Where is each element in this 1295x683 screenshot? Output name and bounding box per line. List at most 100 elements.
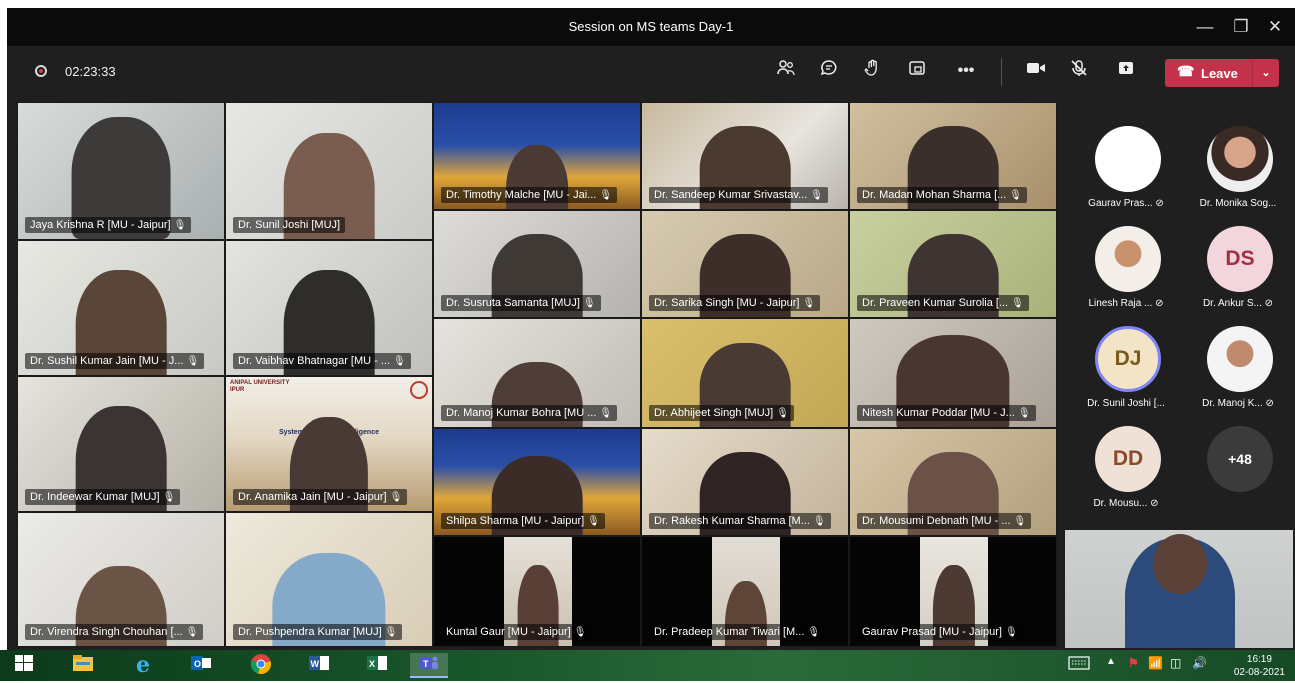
mic-off-icon: 🎙 xyxy=(186,356,200,367)
roster-participant[interactable]: DS Dr. Ankur S... ⊘ xyxy=(1183,218,1293,318)
roster-name: Dr. Sunil Joshi [... xyxy=(1087,398,1165,409)
leave-options-chevron-icon[interactable]: ⌄ xyxy=(1252,59,1279,87)
participant-name: Dr. Abhijeet Singh [MUJ] 🎙 xyxy=(649,405,794,421)
participant-name: Dr. Pradeep Kumar Tiwari [M... 🎙 xyxy=(649,624,826,640)
video-tile[interactable]: Kuntal Gaur [MU - Jaipur] 🎙 xyxy=(433,536,641,647)
video-tile[interactable]: Dr. Rakesh Kumar Sharma [M... 🎙 xyxy=(641,428,849,536)
video-tile[interactable]: Dr. Sunil Joshi [MUJ] xyxy=(225,102,433,240)
windows-start-icon[interactable] xyxy=(12,653,36,678)
system-clock[interactable]: 16:19 02-08-2021 xyxy=(1234,653,1285,679)
participant-name: Nitesh Kumar Poddar [MU - J... 🎙 xyxy=(857,405,1036,421)
excel-icon[interactable]: X xyxy=(362,653,392,678)
self-video-preview[interactable] xyxy=(1065,530,1293,648)
video-tile[interactable]: Dr. Indeewar Kumar [MUJ] 🎙 xyxy=(17,376,225,512)
share-screen-icon[interactable] xyxy=(1112,58,1140,84)
roster-name: Linesh Raja ... ⊘ xyxy=(1088,298,1164,309)
mic-off-icon: 🎙 xyxy=(1017,408,1031,419)
roster-participant[interactable]: Dr. Monika Sog... xyxy=(1183,118,1293,218)
ethernet-icon[interactable]: ◫ xyxy=(1170,656,1181,670)
video-tile[interactable]: Dr. Vaibhav Bhatnagar [MU - ... 🎙 xyxy=(225,240,433,376)
raise-hand-icon[interactable] xyxy=(859,58,887,84)
leave-button[interactable]: ☎ Leave ⌄ xyxy=(1165,59,1279,87)
restore-icon[interactable]: ❐ xyxy=(1226,14,1256,40)
more-participants-button[interactable]: +48 xyxy=(1183,418,1293,518)
word-icon[interactable]: W xyxy=(304,653,334,678)
roster-name: Dr. Ankur S... ⊘ xyxy=(1202,298,1274,309)
avatar: DD xyxy=(1095,426,1161,492)
mic-off-icon: 🎙 xyxy=(384,627,398,638)
participant-name: Dr. Sandeep Kumar Srivastav... 🎙 xyxy=(649,187,828,203)
video-tile[interactable]: Dr. Mousumi Debnath [MU - ... 🎙 xyxy=(849,428,1057,536)
video-tile[interactable]: Dr. Sandeep Kumar Srivastav... 🎙 xyxy=(641,102,849,210)
roster-name: Dr. Manoj K... ⊘ xyxy=(1202,398,1274,409)
participant-name: Jaya Krishna R [MU - Jaipur] 🎙 xyxy=(25,217,192,233)
roster-participant[interactable]: DJ Dr. Sunil Joshi [... xyxy=(1071,318,1181,418)
participant-name: Dr. Madan Mohan Sharma [... 🎙 xyxy=(857,187,1027,203)
mic-off-icon: 🎙 xyxy=(587,516,600,527)
video-tile[interactable]: Dr. Pradeep Kumar Tiwari [M... 🎙 xyxy=(641,536,849,647)
notification-flag-icon[interactable]: ⚑ xyxy=(1128,656,1139,670)
roster-name: Gaurav Pras... ⊘ xyxy=(1088,198,1164,209)
video-tile[interactable]: Dr. Timothy Malche [MU - Jai... 🎙 xyxy=(433,102,641,210)
video-tile[interactable]: Dr. Susruta Samanta [MUJ] 🎙 xyxy=(433,210,641,318)
roster-participant[interactable]: Linesh Raja ... ⊘ xyxy=(1071,218,1181,318)
teams-icon[interactable]: T xyxy=(410,653,448,678)
video-tile[interactable]: Jaya Krishna R [MU - Jaipur] 🎙 xyxy=(17,102,225,240)
toolbar-divider xyxy=(1001,58,1002,86)
network-icon[interactable]: 📶 xyxy=(1148,656,1163,670)
meeting-toolbar: 02:23:33 ••• ☎ Leave ⌄ xyxy=(7,46,1295,98)
file-explorer-icon[interactable] xyxy=(68,653,98,678)
mic-off-icon[interactable] xyxy=(1065,58,1093,84)
participant-name: Dr. Virendra Singh Chouhan [... 🎙 xyxy=(25,624,204,640)
avatar: DJ xyxy=(1095,326,1161,392)
mic-off-icon: ⊘ xyxy=(1155,298,1164,309)
video-tile[interactable]: Dr. Sarika Singh [MU - Jaipur] 🎙 xyxy=(641,210,849,318)
keyboard-icon[interactable] xyxy=(1068,656,1090,673)
svg-text:O: O xyxy=(194,659,201,669)
mic-off-icon: 🎙 xyxy=(1013,516,1027,527)
meeting-timer: 02:23:33 xyxy=(65,64,116,79)
close-icon[interactable]: ✕ xyxy=(1260,14,1290,40)
show-hidden-icons-chevron-icon[interactable]: ▲ xyxy=(1106,656,1116,667)
internet-explorer-icon[interactable]: e xyxy=(128,653,158,678)
participant-name: Kuntal Gaur [MU - Jaipur] 🎙 xyxy=(441,624,592,640)
video-tile[interactable]: Dr. Sushil Kumar Jain [MU - J... 🎙 xyxy=(17,240,225,376)
svg-text:W: W xyxy=(311,659,320,669)
avatar xyxy=(1207,326,1273,392)
roster-participant[interactable]: DD Dr. Mousu... ⊘ xyxy=(1071,418,1181,518)
participant-name: Dr. Sunil Joshi [MUJ] xyxy=(233,217,346,233)
leave-label: Leave xyxy=(1201,66,1238,81)
video-tile[interactable]: Dr. Manoj Kumar Bohra [MU ... 🎙 xyxy=(433,318,641,428)
participant-name: Dr. Anamika Jain [MU - Jaipur] 🎙 xyxy=(233,489,408,505)
participant-name: Gaurav Prasad [MU - Jaipur] 🎙 xyxy=(857,624,1023,640)
participant-roster: Gaurav Pras... ⊘ Dr. Monika Sog... Lines… xyxy=(1067,118,1295,528)
outlook-icon[interactable]: O xyxy=(186,653,216,678)
university-logo-icon xyxy=(410,381,428,399)
mic-off-icon: 🎙 xyxy=(389,492,403,503)
more-icon[interactable]: ••• xyxy=(952,58,980,84)
video-tile[interactable]: Dr. Abhijeet Singh [MUJ] 🎙 xyxy=(641,318,849,428)
participant-name: Dr. Rakesh Kumar Sharma [M... 🎙 xyxy=(649,513,831,529)
video-tile[interactable]: Dr. Madan Mohan Sharma [... 🎙 xyxy=(849,102,1057,210)
volume-icon[interactable]: 🔊 xyxy=(1192,656,1207,670)
share-tray-icon[interactable] xyxy=(903,58,931,84)
video-tile[interactable]: Dr. Pushpendra Kumar [MUJ] 🎙 xyxy=(225,512,433,647)
video-tile[interactable]: Dr. Praveen Kumar Surolia [... 🎙 xyxy=(849,210,1057,318)
roster-participant[interactable]: Dr. Manoj K... ⊘ xyxy=(1183,318,1293,418)
video-tile[interactable]: Shilpa Sharma [MU - Jaipur] 🎙 xyxy=(433,428,641,536)
mic-off-icon: 🎙 xyxy=(810,190,823,201)
camera-icon[interactable] xyxy=(1022,58,1050,84)
people-icon[interactable] xyxy=(772,58,800,84)
svg-text:T: T xyxy=(423,659,429,669)
roster-participant[interactable]: Gaurav Pras... ⊘ xyxy=(1071,118,1181,218)
chrome-icon[interactable] xyxy=(246,653,276,678)
video-tile[interactable]: Gaurav Prasad [MU - Jaipur] 🎙 xyxy=(849,536,1057,647)
mic-off-icon: 🎙 xyxy=(1009,190,1022,201)
chat-icon[interactable] xyxy=(815,58,843,84)
video-tile[interactable]: ANIPAL UNIVERSITYIPUR Interna opSystem M… xyxy=(225,376,433,512)
minimize-icon[interactable]: — xyxy=(1190,14,1220,40)
mic-off-icon: 🎙 xyxy=(599,408,613,419)
video-tile[interactable]: Dr. Virendra Singh Chouhan [... 🎙 xyxy=(17,512,225,647)
video-tile[interactable]: Nitesh Kumar Poddar [MU - J... 🎙 xyxy=(849,318,1057,428)
roster-name: Dr. Monika Sog... xyxy=(1199,198,1277,209)
